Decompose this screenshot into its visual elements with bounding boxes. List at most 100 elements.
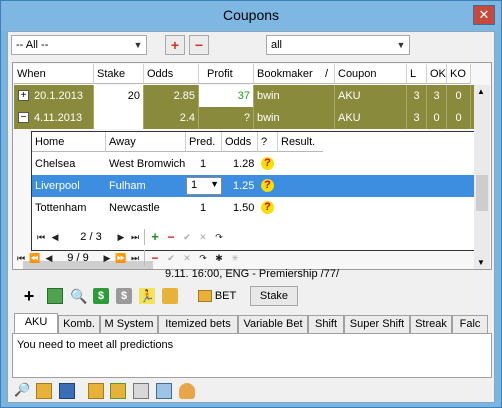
runner-icon[interactable]: 🏃 bbox=[139, 288, 155, 304]
bet-button[interactable]: BET bbox=[192, 286, 242, 306]
open-folder-icon[interactable] bbox=[36, 383, 52, 399]
cancel-icon[interactable]: ✕ bbox=[196, 229, 210, 245]
sort-indicator: / bbox=[324, 68, 328, 80]
sub-cell-away: West Bromwich bbox=[109, 158, 186, 170]
import-icon[interactable] bbox=[88, 383, 104, 399]
first-record-icon[interactable]: ⏮ bbox=[34, 229, 48, 245]
dollar-grey-icon[interactable]: $ bbox=[116, 288, 132, 304]
refresh-icon[interactable]: ↷ bbox=[212, 229, 226, 245]
sub-cell-odds: 1.50 bbox=[233, 202, 255, 214]
preview-icon[interactable] bbox=[156, 383, 172, 399]
zoom-icon[interactable]: 🔎 bbox=[14, 382, 30, 398]
next-page-icon[interactable]: ⏩ bbox=[114, 250, 128, 266]
bet-button-label: BET bbox=[214, 290, 237, 302]
sub-cell-odds: 1.28 bbox=[233, 158, 255, 170]
refresh-icon[interactable]: ↷ bbox=[196, 250, 210, 266]
coupons-window: Coupons ✕ -- All -- ▼ + − all ▼ When Sta… bbox=[0, 0, 502, 408]
asterisk-grey-icon[interactable]: ✳ bbox=[228, 250, 242, 266]
close-button[interactable]: ✕ bbox=[473, 5, 495, 25]
collapse-icon[interactable]: − bbox=[18, 112, 29, 123]
list-item[interactable]: Tottenham Newcastle 1 1.50 ? bbox=[32, 197, 307, 219]
filter-combo-left[interactable]: -- All -- ▼ bbox=[11, 35, 147, 55]
column-header-ok[interactable]: OK bbox=[427, 64, 447, 84]
cell-stake[interactable]: 20 bbox=[94, 85, 144, 107]
column-header-stake[interactable]: Stake bbox=[94, 64, 144, 84]
search-icon[interactable]: 🔍 bbox=[70, 288, 87, 304]
scrollbar-thumb[interactable] bbox=[476, 175, 488, 211]
grid-vertical-scrollbar[interactable]: ▲ ▼ bbox=[474, 85, 490, 269]
scroll-down-icon[interactable]: ▼ bbox=[477, 258, 485, 267]
tab-itemized-bets[interactable]: Itemized bets bbox=[158, 315, 238, 333]
cell-ko: 0 bbox=[447, 107, 471, 129]
cell-ko: 0 bbox=[447, 85, 471, 107]
delete-record-icon[interactable]: − bbox=[164, 229, 178, 245]
cancel-icon[interactable]: ✕ bbox=[180, 250, 194, 266]
prev-page-icon[interactable]: ⏪ bbox=[28, 250, 42, 266]
dollar-green-icon[interactable]: $ bbox=[93, 288, 109, 304]
print-icon[interactable] bbox=[133, 383, 149, 399]
subcolumn-header-result[interactable]: Result. bbox=[278, 132, 323, 152]
tab-aku[interactable]: AKU bbox=[14, 313, 58, 334]
question-icon: ? bbox=[261, 157, 274, 170]
column-header-ko[interactable]: KO bbox=[447, 64, 471, 84]
chevron-down-icon: ▼ bbox=[210, 179, 219, 189]
delete-record-icon[interactable]: − bbox=[148, 250, 162, 266]
first-record-icon[interactable]: ⏮ bbox=[14, 250, 28, 266]
table-row[interactable]: + 20.1.2013 20 2.85 37 bwin AKU 3 3 0 bbox=[14, 85, 475, 107]
last-record-icon[interactable]: ⏭ bbox=[128, 229, 142, 245]
stake-button[interactable]: Stake bbox=[250, 286, 298, 306]
column-header-bookmaker[interactable]: Bookmaker / bbox=[254, 64, 335, 84]
cell-l: 3 bbox=[407, 85, 427, 107]
post-icon[interactable]: ✔ bbox=[180, 229, 194, 245]
tab-komb[interactable]: Komb. bbox=[58, 315, 100, 333]
folder-icon bbox=[197, 290, 212, 303]
tab-falc[interactable]: Falc bbox=[452, 315, 488, 333]
subgrid-record-position: 2 / 3 bbox=[80, 231, 102, 243]
export-icon[interactable] bbox=[110, 383, 126, 399]
expand-icon[interactable]: + bbox=[18, 90, 29, 101]
next-record-icon[interactable]: ▶ bbox=[114, 229, 128, 245]
tab-m-system[interactable]: M System bbox=[100, 315, 158, 333]
prediction-select[interactable]: 1 ▼ bbox=[186, 177, 222, 195]
tab-streak[interactable]: Streak bbox=[410, 315, 452, 333]
column-header-when[interactable]: When bbox=[14, 64, 94, 84]
home-icon[interactable] bbox=[162, 288, 178, 304]
subcolumn-header-away[interactable]: Away bbox=[106, 132, 186, 152]
post-icon[interactable]: ✔ bbox=[164, 250, 178, 266]
column-header-l[interactable]: L bbox=[407, 64, 427, 84]
column-header-odds[interactable]: Odds bbox=[144, 64, 199, 84]
remove-coupon-button[interactable]: − bbox=[189, 35, 209, 55]
next-record-icon[interactable]: ▶ bbox=[100, 250, 114, 266]
filter-combo-right[interactable]: all ▼ bbox=[266, 35, 410, 55]
stamp-icon[interactable] bbox=[179, 383, 195, 399]
column-header-coupon[interactable]: Coupon bbox=[335, 64, 407, 84]
list-item[interactable]: Liverpool Fulham 1 ▼ 1.25 ? bbox=[32, 175, 482, 197]
cell-profit: ? bbox=[199, 107, 254, 129]
column-header-profit[interactable]: Profit bbox=[199, 64, 254, 84]
title-bar[interactable]: Coupons ✕ bbox=[1, 1, 501, 31]
tab-shift[interactable]: Shift bbox=[308, 315, 344, 333]
table-row[interactable]: − 4.11.2013 2.4 ? bwin AKU 3 0 0 bbox=[14, 107, 475, 129]
subcolumn-header-pred[interactable]: Pred. bbox=[186, 132, 222, 152]
cell-stake[interactable] bbox=[94, 107, 144, 129]
tab-variable-bet[interactable]: Variable Bet bbox=[238, 315, 308, 333]
add-coupon-button[interactable]: + bbox=[165, 35, 185, 55]
list-icon[interactable] bbox=[47, 288, 63, 304]
subcolumn-header-q[interactable]: ? bbox=[258, 132, 278, 152]
add-record-icon[interactable]: + bbox=[148, 229, 162, 245]
tab-super-shift[interactable]: Super Shift bbox=[344, 315, 410, 333]
add-icon[interactable]: + bbox=[20, 286, 38, 306]
chart-icon[interactable] bbox=[59, 383, 75, 399]
list-item[interactable]: Chelsea West Bromwich 1 1.28 ? bbox=[32, 153, 307, 175]
prev-record-icon[interactable]: ◀ bbox=[42, 250, 56, 266]
chevron-down-icon: ▼ bbox=[396, 40, 406, 50]
cell-coupon: AKU bbox=[335, 107, 407, 129]
subcolumn-header-home[interactable]: Home bbox=[32, 132, 106, 152]
subcolumn-header-odds[interactable]: Odds bbox=[222, 132, 258, 152]
bet-type-tabs: AKU Komb. M System Itemized bets Variabl… bbox=[12, 313, 492, 334]
scroll-up-icon[interactable]: ▲ bbox=[477, 87, 485, 96]
last-record-icon[interactable]: ⏭ bbox=[128, 250, 142, 266]
prev-record-icon[interactable]: ◀ bbox=[48, 229, 62, 245]
main-record-position: 9 / 9 bbox=[67, 252, 89, 264]
asterisk-icon[interactable]: ✱ bbox=[212, 250, 226, 266]
